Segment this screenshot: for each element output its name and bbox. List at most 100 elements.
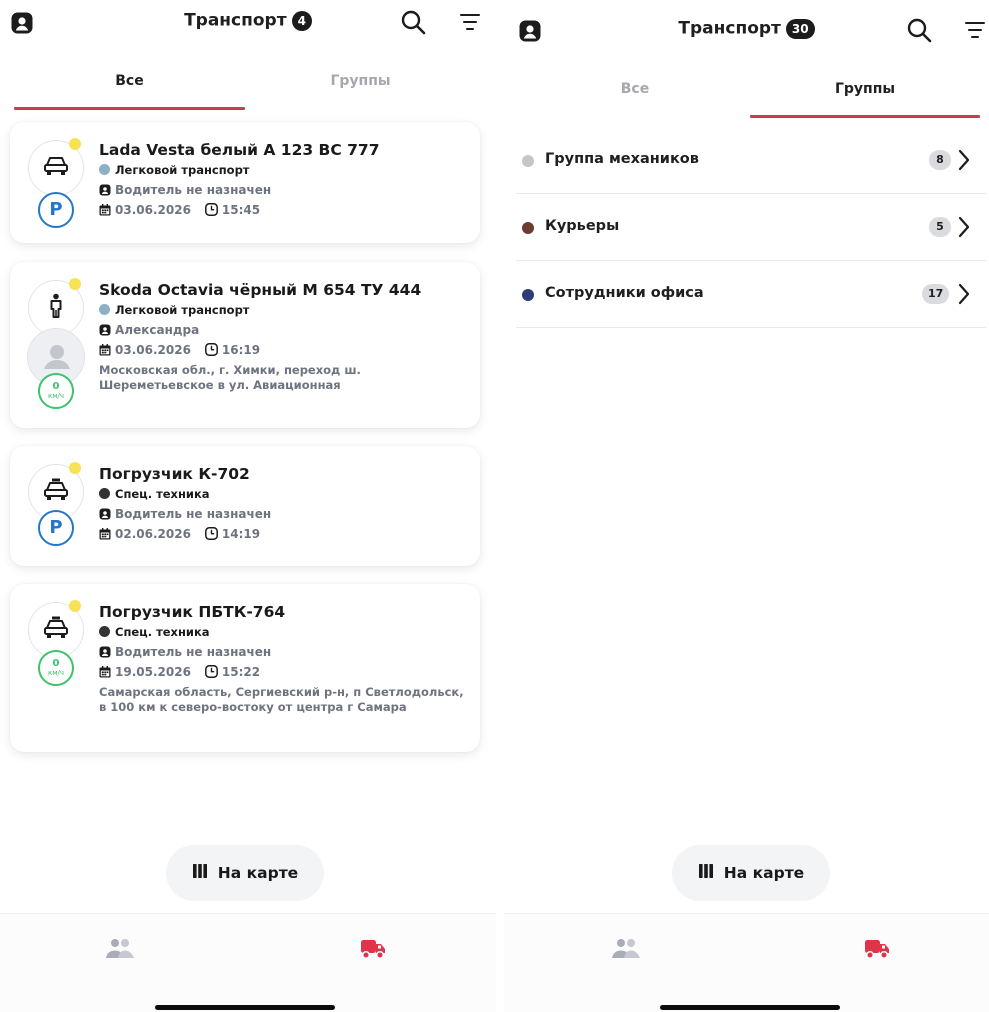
- group-color-dot: [522, 289, 534, 301]
- show-on-map-button[interactable]: На карте: [166, 845, 324, 901]
- driver-name: Александра: [115, 323, 200, 337]
- group-row[interactable]: Группа механиков 8: [516, 127, 986, 194]
- timestamp-row: 03.06.2026 15:45: [99, 203, 466, 217]
- vehicle-icon-column: P: [28, 462, 84, 546]
- speed-badge: 0 км/ч: [38, 650, 74, 686]
- vehicle-type-label: Легковой транспорт: [115, 163, 250, 177]
- clock-icon: [204, 343, 222, 357]
- timestamp-row: 03.06.2026 16:19: [99, 343, 466, 357]
- timestamp-row: 19.05.2026 15:22: [99, 665, 466, 679]
- map-icon: [698, 863, 714, 883]
- vehicle-name: Lada Vesta белый А 123 ВС 777: [99, 141, 380, 159]
- show-on-map-label: На карте: [217, 864, 299, 882]
- last-date: 02.06.2026: [115, 527, 191, 541]
- calendar-icon: [99, 527, 115, 541]
- clock-icon: [204, 203, 222, 217]
- tab-all[interactable]: Все: [14, 62, 245, 102]
- vehicle-icon-column: 0 км/ч: [27, 278, 85, 409]
- speed-value: 0: [52, 658, 60, 669]
- last-time: 16:19: [221, 343, 261, 357]
- group-name: Сотрудники офиса: [545, 285, 704, 301]
- active-tab-indicator: [750, 115, 980, 118]
- search-icon[interactable]: [906, 17, 932, 47]
- vehicle-type-label: Спец. техника: [115, 487, 210, 501]
- vehicles-all-screen: Транспорт 4 Все Группы P Lada Vesta белый…: [0, 0, 496, 1012]
- vehicle-type-dot: [99, 626, 110, 637]
- vehicle-info: Skoda Octavia чёрный М 654 ТУ 444 Легков…: [99, 280, 466, 393]
- parking-icon: P: [38, 192, 74, 228]
- show-on-map-label: На карте: [723, 864, 805, 882]
- vehicle-type-dot: [99, 304, 110, 315]
- vehicle-type-circle: [28, 138, 84, 196]
- filter-icon[interactable]: [964, 20, 986, 44]
- vehicle-card[interactable]: P Погрузчик К-702 Спец. техника Водитель…: [10, 446, 480, 566]
- vehicle-card[interactable]: P Lada Vesta белый А 123 ВС 777 Легковой…: [10, 122, 480, 243]
- driver-row: Александра: [99, 323, 466, 337]
- group-color-dot: [522, 155, 534, 167]
- tab-all[interactable]: Все: [520, 70, 750, 110]
- last-date: 03.06.2026: [115, 203, 191, 217]
- status-dot: [69, 462, 81, 474]
- home-indicator: [660, 1005, 840, 1010]
- filter-icon[interactable]: [459, 12, 481, 36]
- tab-groups[interactable]: Группы: [750, 70, 980, 110]
- vehicle-groups-screen: Транспорт 30 Все Группы Группа механиков …: [504, 0, 989, 1012]
- speed-unit: км/ч: [47, 392, 64, 400]
- tab-bar: Все Группы: [0, 62, 496, 110]
- vehicle-info: Погрузчик ПБТК-764 Спец. техника Водител…: [99, 602, 466, 715]
- people-icon[interactable]: [104, 938, 136, 964]
- header: Транспорт 4: [0, 0, 496, 46]
- page-title: Транспорт: [184, 10, 287, 31]
- driver-icon: [99, 507, 115, 521]
- group-name: Группа механиков: [545, 151, 699, 167]
- vehicle-name: Skoda Octavia чёрный М 654 ТУ 444: [99, 281, 422, 299]
- vehicle-icon-column: P: [28, 138, 84, 228]
- bottom-nav: [0, 913, 496, 1012]
- speed-unit: км/ч: [47, 669, 64, 677]
- header: Транспорт 30: [504, 8, 989, 54]
- person-standing-icon: [48, 293, 64, 323]
- status-dot: [69, 600, 81, 612]
- vehicle-address: Самарская область, Сергиевский р-н, п Св…: [99, 685, 464, 714]
- active-tab-indicator: [14, 107, 245, 110]
- vehicle-card[interactable]: 0 км/ч Skoda Octavia чёрный М 654 ТУ 444…: [10, 262, 480, 428]
- vehicle-icon-column: 0 км/ч: [28, 600, 84, 686]
- clock-icon: [204, 665, 222, 679]
- vehicle-name: Погрузчик К-702: [99, 465, 250, 483]
- vehicle-card[interactable]: 0 км/ч Погрузчик ПБТК-764 Спец. техника …: [10, 584, 480, 752]
- vehicle-type-dot: [99, 164, 110, 175]
- vehicle-info: Погрузчик К-702 Спец. техника Водитель н…: [99, 464, 466, 541]
- bottom-nav: [504, 913, 989, 1012]
- home-indicator: [155, 1005, 335, 1010]
- last-time: 14:19: [221, 527, 261, 541]
- last-date: 03.06.2026: [115, 343, 191, 357]
- driver-name: Водитель не назначен: [115, 645, 272, 659]
- vehicle-type-dot: [99, 488, 110, 499]
- chevron-right-icon: [958, 216, 970, 242]
- timestamp-row: 02.06.2026 14:19: [99, 527, 466, 541]
- tab-bar: Все Группы: [504, 70, 989, 118]
- driver-icon: [99, 183, 115, 197]
- people-icon[interactable]: [610, 938, 642, 964]
- group-row[interactable]: Сотрудники офиса 17: [516, 261, 986, 328]
- driver-name: Водитель не назначен: [115, 183, 272, 197]
- tab-groups[interactable]: Группы: [245, 62, 476, 102]
- speed-badge: 0 км/ч: [38, 373, 74, 409]
- calendar-icon: [99, 343, 115, 357]
- calendar-icon: [99, 203, 115, 217]
- truck-icon[interactable]: [864, 938, 890, 964]
- vehicle-type-label: Спец. техника: [115, 625, 210, 639]
- show-on-map-button[interactable]: На карте: [672, 845, 830, 901]
- parking-icon: P: [38, 510, 74, 546]
- truck-icon[interactable]: [360, 938, 386, 964]
- group-row[interactable]: Курьеры 5: [516, 194, 986, 261]
- car-icon: [43, 616, 69, 644]
- driver-row: Водитель не назначен: [99, 183, 466, 197]
- group-color-dot: [522, 222, 534, 234]
- driver-row: Водитель не назначен: [99, 645, 466, 659]
- speed-value: 0: [52, 381, 60, 392]
- vehicle-count-badge: 4: [291, 10, 312, 31]
- vehicle-type: Легковой транспорт: [99, 303, 466, 317]
- search-icon[interactable]: [400, 9, 426, 39]
- clock-icon: [204, 527, 222, 541]
